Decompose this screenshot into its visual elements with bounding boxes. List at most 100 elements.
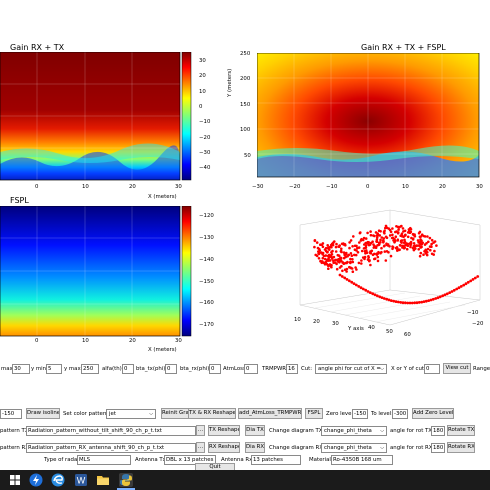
pattern-rx-file-field[interactable]: Radiation_pattern_RX_antenna_shift_90_ch… bbox=[26, 443, 196, 453]
rotate-rx-button[interactable]: Rotate RX bbox=[447, 442, 475, 453]
material-field[interactable]: Ro-4350B 168 um bbox=[331, 455, 393, 465]
colorbar-tick: 20 bbox=[199, 73, 206, 79]
scatter-point bbox=[344, 261, 347, 265]
scatter-point bbox=[426, 235, 429, 238]
angle-rot-rx-field[interactable]: 180 bbox=[431, 443, 445, 453]
scatter-point bbox=[368, 291, 372, 294]
scatter-point bbox=[382, 230, 386, 234]
colorbar-tick: −140 bbox=[199, 257, 214, 263]
taskbar: W bbox=[0, 470, 490, 490]
scatter-point bbox=[358, 241, 361, 244]
change-diagram-tx-select[interactable]: change_phi_theta ⌵ bbox=[321, 426, 387, 436]
trmpwr-field[interactable]: 16 bbox=[286, 364, 298, 374]
angle-rot-tx-field[interactable]: 180 bbox=[431, 426, 445, 436]
scatter-point bbox=[418, 230, 422, 234]
isoline-field[interactable]: -150 bbox=[0, 409, 22, 419]
scatter-point bbox=[399, 239, 403, 243]
ytick-label: 150 bbox=[240, 102, 251, 108]
scatter-point bbox=[335, 242, 338, 246]
xory-field[interactable]: 0 bbox=[424, 364, 440, 374]
scatter-point bbox=[368, 243, 372, 246]
scatter-point bbox=[416, 239, 420, 242]
explorer-icon[interactable] bbox=[96, 473, 110, 487]
change-diagram-rx-select[interactable]: change_phi_theta ⌵ bbox=[321, 443, 387, 453]
rotate-tx-button[interactable]: Rotate TX bbox=[447, 425, 475, 436]
app-bolt-icon[interactable] bbox=[29, 473, 43, 487]
scatter-point bbox=[379, 238, 382, 242]
atmloss-field[interactable]: 0 bbox=[244, 364, 258, 374]
scatter-point bbox=[351, 245, 354, 248]
windows-icon[interactable] bbox=[8, 473, 22, 487]
tick-3d: 20 bbox=[313, 319, 320, 325]
alfa-field[interactable]: 0 bbox=[122, 364, 134, 374]
colorbar-tick: −20 bbox=[199, 135, 211, 141]
cut-select[interactable]: angle phi for cut of X = ⌵ bbox=[315, 364, 387, 374]
dia-rx-button[interactable]: Dia RX bbox=[245, 442, 265, 453]
scatter-point bbox=[417, 301, 421, 304]
scatter-point bbox=[355, 249, 358, 252]
scatter-point bbox=[356, 246, 359, 250]
xtick-label: 10 bbox=[402, 184, 409, 190]
ytick-label: 50 bbox=[244, 153, 251, 159]
zero-level-field[interactable]: -150 bbox=[352, 409, 368, 419]
scatter-point bbox=[351, 258, 354, 261]
add-zero-level-button[interactable]: Add Zero Level bbox=[412, 408, 454, 419]
plot-title-gain-fspl: Gain RX + TX + FSPL bbox=[361, 43, 446, 52]
ymax-field[interactable]: 250 bbox=[81, 364, 99, 374]
ymin-field[interactable]: 5 bbox=[46, 364, 62, 374]
bta-rx-field[interactable]: 0 bbox=[209, 364, 221, 374]
antenna-rx-field[interactable]: 13 patches bbox=[251, 455, 301, 465]
tx-reshape-button[interactable]: TX Reshape bbox=[208, 425, 240, 436]
python-icon[interactable] bbox=[119, 473, 133, 487]
scatter-point bbox=[327, 267, 330, 270]
dia-tx-button[interactable]: Dia TX bbox=[245, 425, 265, 436]
scatter-point bbox=[420, 233, 424, 236]
colorbar-tick: −160 bbox=[199, 300, 214, 306]
scatter-point bbox=[373, 257, 376, 261]
radar-type-field[interactable]: MLS bbox=[77, 455, 131, 465]
scatter-point bbox=[407, 228, 411, 231]
browse-tx-button[interactable]: ... bbox=[196, 425, 205, 436]
scatter-point bbox=[403, 301, 407, 305]
scatter-point bbox=[473, 276, 477, 280]
scatter-point bbox=[388, 228, 392, 232]
bta-tx-label: bta_tx(phi): bbox=[136, 366, 168, 372]
scatter-point bbox=[332, 259, 335, 262]
color-pattern-select[interactable]: jet ⌵ bbox=[106, 409, 156, 419]
scatter-point bbox=[334, 250, 338, 253]
draw-isoline-button[interactable]: Draw isoline bbox=[26, 408, 60, 419]
tx-rx-reshape-button[interactable]: TX & RX Reshape bbox=[188, 408, 236, 419]
bta-tx-field[interactable]: 0 bbox=[165, 364, 177, 374]
scatter-point bbox=[341, 269, 344, 273]
pattern-tx-file-field[interactable]: Radiation_pattern_without_tilt_shift_90_… bbox=[26, 426, 196, 436]
scatter-point bbox=[348, 246, 351, 250]
scatter-point bbox=[383, 250, 387, 253]
tick-3d: 60 bbox=[404, 332, 411, 338]
ytick-label: 100 bbox=[240, 127, 251, 133]
to-level-field[interactable]: -300 bbox=[392, 409, 408, 419]
scatter-point bbox=[375, 294, 379, 298]
axis-label-3d: Y axis bbox=[348, 326, 364, 332]
y-axis-label: Y (meters) bbox=[227, 68, 233, 97]
scatter-point bbox=[405, 247, 409, 251]
browse-rx-button[interactable]: ... bbox=[196, 442, 205, 453]
scatter-point bbox=[429, 248, 432, 252]
tick-3d: 10 bbox=[294, 317, 301, 323]
scatter-point bbox=[313, 239, 317, 243]
scatter-point bbox=[413, 245, 416, 248]
scatter-point bbox=[373, 252, 376, 256]
scatter-point bbox=[402, 241, 406, 244]
rx-reshape-button[interactable]: RX Reshape bbox=[208, 442, 240, 453]
xory-label: X or Y of cut: bbox=[391, 366, 426, 372]
add-atmloss-button[interactable]: add_AtmLoss_TRMPWR bbox=[238, 408, 302, 419]
fspl-button[interactable]: FSPL bbox=[305, 408, 323, 419]
xmax-field[interactable]: 30 bbox=[12, 364, 30, 374]
scatter-point bbox=[377, 234, 380, 237]
scatter-point bbox=[423, 243, 427, 246]
scatter-point bbox=[476, 275, 480, 278]
word-icon[interactable]: W bbox=[74, 473, 88, 487]
view-cut-button[interactable]: View cut bbox=[443, 363, 471, 374]
edge-icon[interactable] bbox=[51, 473, 65, 487]
color-pattern-value: jet bbox=[109, 411, 116, 417]
scatter-point bbox=[350, 254, 354, 257]
